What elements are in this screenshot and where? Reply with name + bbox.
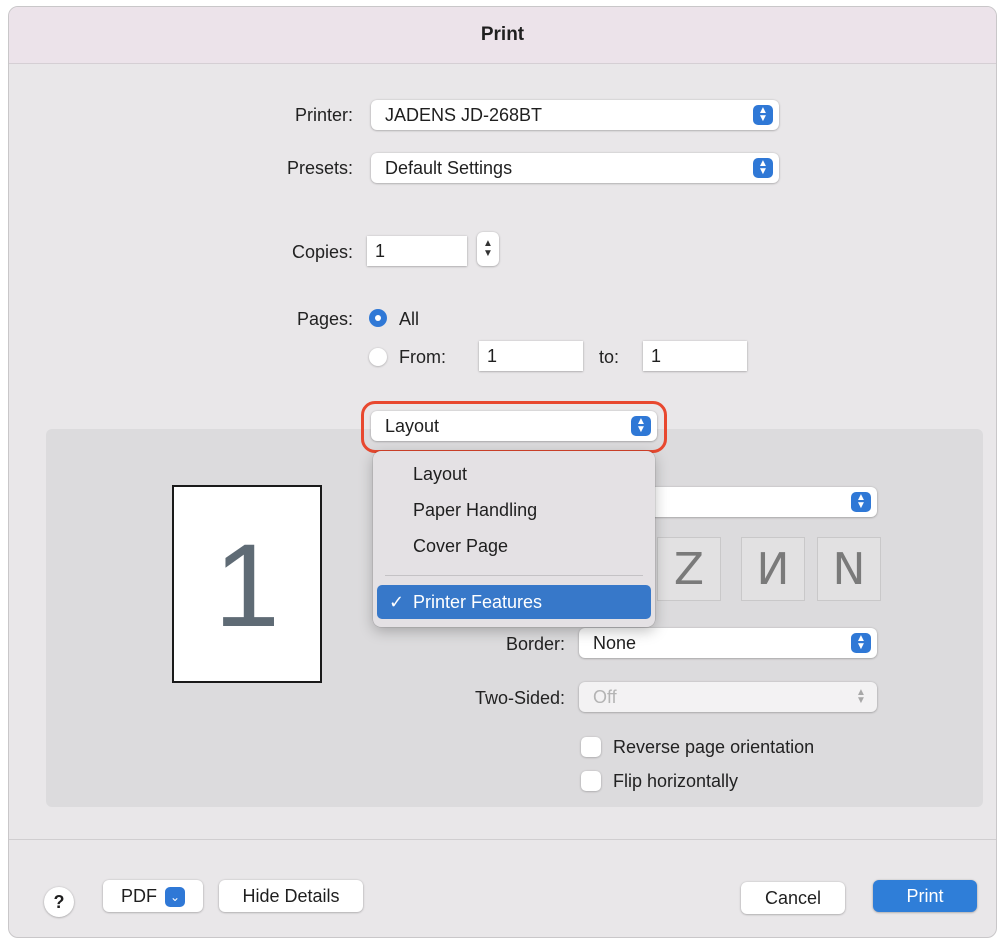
printer-label: Printer: xyxy=(294,105,353,125)
presets-label: Presets: xyxy=(286,158,353,178)
pdf-label: PDF xyxy=(121,886,157,906)
preview-page-number: 1 xyxy=(214,520,280,652)
flip-horizontally-label: Flip horizontally xyxy=(613,771,739,791)
menu-separator xyxy=(385,575,643,576)
menu-item-cover-page[interactable]: Cover Page xyxy=(377,529,651,563)
pages-from-radio[interactable] xyxy=(369,348,387,366)
two-sided-value: Off xyxy=(593,687,617,707)
two-sided-label: Two-Sided: xyxy=(474,688,565,708)
checkmark-icon: ✓ xyxy=(389,592,405,612)
hide-details-button[interactable]: Hide Details xyxy=(219,880,363,912)
layout-direction-z-icon[interactable]: Z xyxy=(657,537,721,601)
reverse-orientation-checkbox[interactable] xyxy=(581,737,601,757)
page-preview: 1 xyxy=(172,485,322,683)
pdf-menu-button[interactable]: PDF ⌄ xyxy=(103,880,203,912)
pages-from-label: From: xyxy=(399,347,446,367)
pages-to-field[interactable]: 1 xyxy=(643,341,747,371)
chevron-updown-icon: ▲ ▼ xyxy=(851,633,871,653)
highlight-ring xyxy=(361,401,667,453)
copies-label: Copies: xyxy=(291,242,353,262)
layout-direction-n-icon[interactable]: N xyxy=(817,537,881,601)
pages-from-field[interactable]: 1 xyxy=(479,341,583,371)
chevron-updown-icon: ▲ ▼ xyxy=(753,105,773,125)
chevron-down-icon: ⌄ xyxy=(165,887,185,908)
presets-value: Default Settings xyxy=(385,158,513,178)
border-label: Border: xyxy=(505,634,565,654)
print-button[interactable]: Print xyxy=(873,880,977,912)
chevron-updown-icon: ▲ ▼ xyxy=(851,492,871,512)
presets-select[interactable]: Default Settings ▲ ▼ xyxy=(371,153,779,183)
dialog-title: Print xyxy=(9,7,996,64)
help-button[interactable]: ? xyxy=(44,887,74,917)
print-dialog: Print Printer: JADENS JD-268BT ▲ ▼ Preset… xyxy=(8,6,997,938)
menu-item-printer-features-label: Printer Features xyxy=(413,592,543,612)
pages-all-label: All xyxy=(399,309,420,329)
printer-value: JADENS JD-268BT xyxy=(385,105,543,125)
border-select[interactable]: None ▲ ▼ xyxy=(579,628,877,658)
copies-field[interactable]: 1 xyxy=(367,236,467,266)
chevron-updown-icon: ▲ ▼ xyxy=(856,687,866,706)
layout-direction-reverse-n-icon[interactable]: И xyxy=(741,537,805,601)
menu-item-printer-features[interactable]: ✓ Printer Features xyxy=(377,585,651,619)
printer-select[interactable]: JADENS JD-268BT ▲ ▼ xyxy=(371,100,779,130)
cancel-button[interactable]: Cancel xyxy=(741,882,845,914)
two-sided-select: Off ▲ ▼ xyxy=(579,682,877,712)
section-menu: Layout Paper Handling Cover Page ✓ Print… xyxy=(373,451,655,627)
flip-horizontally-checkbox[interactable] xyxy=(581,771,601,791)
pages-all-radio[interactable] xyxy=(369,309,387,327)
pages-label: Pages: xyxy=(296,309,353,329)
copies-stepper[interactable]: ▲ ▼ xyxy=(477,232,499,266)
menu-item-layout[interactable]: Layout xyxy=(377,457,651,491)
border-value: None xyxy=(593,633,637,653)
stepper-down-icon: ▼ xyxy=(483,248,493,259)
menu-item-paper-handling[interactable]: Paper Handling xyxy=(377,493,651,527)
pages-to-label: to: xyxy=(599,347,620,367)
reverse-orientation-label: Reverse page orientation xyxy=(613,737,815,757)
footer-divider xyxy=(9,839,996,840)
chevron-updown-icon: ▲ ▼ xyxy=(753,158,773,178)
